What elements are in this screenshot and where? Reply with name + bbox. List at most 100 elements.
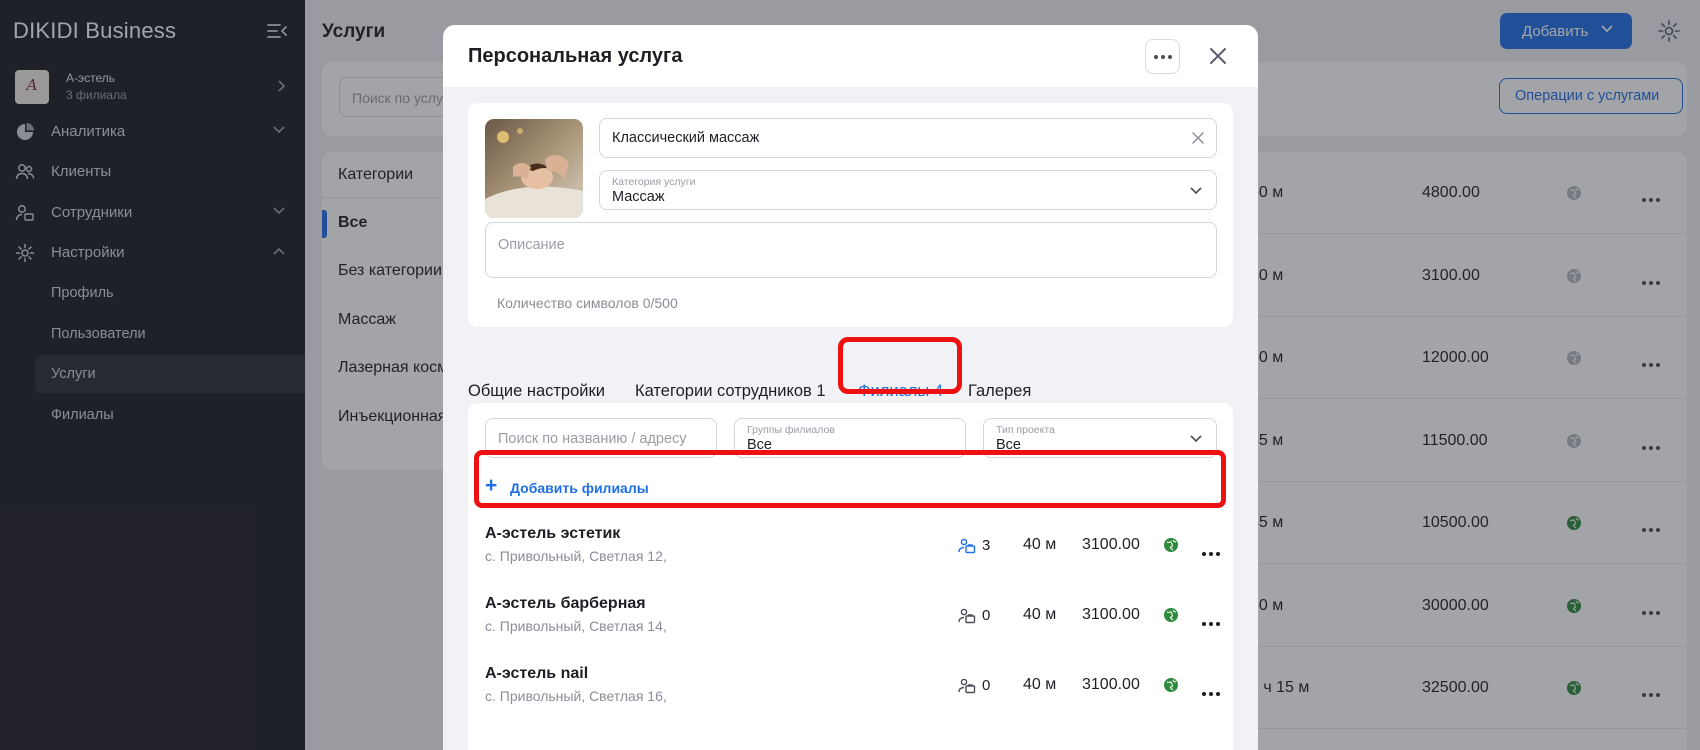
service-category-select[interactable]: Категория услуги Массаж bbox=[599, 170, 1217, 210]
close-icon[interactable] bbox=[1206, 44, 1230, 68]
employees-icon[interactable] bbox=[958, 678, 976, 699]
category-label: Без категории bbox=[338, 262, 442, 279]
more-actions-button[interactable] bbox=[1145, 39, 1180, 74]
operations-label: Операции с услугами bbox=[1515, 88, 1660, 104]
sidebar: DIKIDI Business A А-эстель 3 филиала Ана… bbox=[0, 0, 305, 750]
chevron-down-icon bbox=[1190, 187, 1202, 195]
branch-address: с. Привольный, Светлая 16, bbox=[485, 688, 667, 704]
branch-address: с. Привольный, Светлая 14, bbox=[485, 618, 667, 634]
add-button[interactable]: Добавить bbox=[1500, 13, 1632, 49]
pie-chart-icon bbox=[17, 123, 34, 140]
gear-icon bbox=[15, 243, 35, 263]
chevron-down-icon bbox=[1601, 25, 1613, 33]
category-field-label: Категория услуги bbox=[612, 176, 696, 188]
users-icon bbox=[15, 164, 35, 180]
row-more-icon[interactable] bbox=[1642, 189, 1660, 207]
row-more-icon[interactable] bbox=[1642, 684, 1660, 702]
service-name-input[interactable]: Классический массаж bbox=[599, 118, 1217, 158]
globe-online-icon bbox=[1566, 598, 1582, 619]
globe-online-icon[interactable] bbox=[1163, 537, 1179, 558]
row-price: 12000.00 bbox=[1422, 349, 1489, 366]
branches-card: Поиск по названию / адресу Группы филиал… bbox=[468, 403, 1233, 750]
sidebar-subitem-label: Профиль bbox=[51, 285, 114, 301]
sidebar-item-clients[interactable]: Клиенты bbox=[15, 152, 290, 190]
table-row[interactable]: 1 ч 15 м 32500.00 bbox=[1205, 647, 1687, 729]
highlight-frame-add-branches bbox=[474, 450, 1226, 508]
sidebar-subitem-profile[interactable]: Профиль bbox=[35, 274, 305, 312]
company-subtitle: 3 филиала bbox=[66, 88, 127, 102]
table-row[interactable]: 50 м 30000.00 bbox=[1205, 565, 1687, 647]
sidebar-item-label: Клиенты bbox=[51, 163, 112, 180]
table-row[interactable]: 50 м 4800.00 bbox=[1205, 152, 1687, 234]
branch-name: А-эстель барберная bbox=[485, 595, 646, 612]
row-more-icon[interactable] bbox=[1642, 354, 1660, 372]
sidebar-subitem-label: Услуги bbox=[51, 366, 96, 382]
more-dots-icon bbox=[1154, 55, 1172, 59]
branch-row[interactable]: А-эстель nail с. Привольный, Светлая 16, 0… bbox=[485, 661, 1225, 719]
globe-online-icon[interactable] bbox=[1163, 607, 1179, 628]
chevron-up-icon bbox=[273, 247, 285, 255]
massage-photo-image bbox=[485, 119, 583, 218]
branch-duration: 40 м bbox=[1023, 536, 1057, 553]
row-more-icon[interactable] bbox=[1642, 437, 1660, 455]
page-title: Услуги bbox=[322, 21, 386, 42]
row-duration: 1 ч 15 м bbox=[1250, 679, 1310, 696]
branch-more-icon[interactable] bbox=[1202, 613, 1220, 631]
service-operations-button[interactable]: Операции с услугами bbox=[1499, 78, 1683, 114]
globe-online-icon bbox=[1566, 515, 1582, 536]
branch-address: с. Привольный, Светлая 12, bbox=[485, 548, 667, 564]
settings-gear-icon[interactable] bbox=[1657, 19, 1681, 43]
branch-price: 3100.00 bbox=[1082, 536, 1140, 553]
branch-more-icon[interactable] bbox=[1202, 543, 1220, 561]
active-indicator bbox=[322, 210, 327, 238]
modal-title: Персональная услуга bbox=[468, 45, 683, 67]
branch-row[interactable]: А-эстель барберная с. Привольный, Светлая… bbox=[485, 591, 1225, 649]
sidebar-subitem-services[interactable]: Услуги bbox=[35, 355, 305, 393]
tab-employee-categories[interactable]: Категории сотрудников 1 bbox=[635, 382, 826, 401]
table-row[interactable]: 45 м 11500.00 bbox=[1205, 400, 1687, 482]
sidebar-item-analytics[interactable]: Аналитика bbox=[15, 112, 290, 150]
brand-title: DIKIDI Business bbox=[13, 18, 177, 43]
row-price: 11500.00 bbox=[1422, 431, 1488, 449]
branch-search-placeholder: Поиск по названию / адресу bbox=[498, 431, 687, 447]
chevron-right-icon bbox=[278, 80, 285, 92]
row-price: 4800.00 bbox=[1422, 184, 1480, 201]
table-row[interactable]: 50 м 12000.00 bbox=[1205, 317, 1687, 399]
clear-icon[interactable] bbox=[1192, 132, 1204, 144]
globe-icon bbox=[1566, 185, 1582, 206]
sidebar-item-label: Сотрудники bbox=[51, 204, 133, 221]
category-label: Категории bbox=[338, 166, 414, 183]
employees-icon[interactable] bbox=[958, 538, 976, 559]
row-price: 32500.00 bbox=[1422, 679, 1489, 696]
employees-icon[interactable] bbox=[958, 608, 976, 629]
tab-gallery[interactable]: Галерея bbox=[968, 382, 1031, 401]
company-switcher[interactable]: A А-эстель 3 филиала bbox=[15, 68, 295, 104]
company-logo: A bbox=[15, 70, 49, 104]
sidebar-item-staff[interactable]: Сотрудники bbox=[15, 193, 290, 231]
row-more-icon[interactable] bbox=[1642, 602, 1660, 620]
row-price: 3100.00 bbox=[1422, 266, 1480, 284]
groups-field-label: Группы филиалов bbox=[747, 424, 835, 436]
description-placeholder: Описание bbox=[498, 237, 565, 253]
staff-icon bbox=[15, 205, 34, 221]
chevron-down-icon bbox=[1190, 435, 1202, 443]
add-button-label: Добавить bbox=[1522, 23, 1589, 40]
collapse-menu-icon[interactable] bbox=[266, 21, 288, 41]
branch-name: А-эстель nail bbox=[485, 665, 589, 682]
row-more-icon[interactable] bbox=[1642, 272, 1660, 290]
branch-row[interactable]: А-эстель эстетик с. Привольный, Светлая 1… bbox=[485, 521, 1225, 579]
sidebar-subitem-users[interactable]: Пользователи bbox=[35, 315, 305, 353]
service-photo[interactable] bbox=[485, 119, 583, 218]
description-textarea[interactable]: Описание bbox=[485, 222, 1217, 278]
row-more-icon[interactable] bbox=[1642, 519, 1660, 537]
branch-price: 3100.00 bbox=[1082, 606, 1140, 623]
globe-online-icon[interactable] bbox=[1163, 677, 1179, 698]
tab-general-settings[interactable]: Общие настройки bbox=[468, 382, 605, 401]
sidebar-item-settings[interactable]: Настройки bbox=[15, 233, 290, 271]
branch-more-icon[interactable] bbox=[1202, 683, 1220, 701]
table-row[interactable]: 45 м 10500.00 bbox=[1205, 482, 1687, 564]
table-row[interactable]: 40 м 3100.00 bbox=[1205, 235, 1687, 317]
sidebar-item-label: Аналитика bbox=[51, 123, 126, 140]
globe-icon bbox=[1566, 350, 1582, 371]
sidebar-subitem-branches[interactable]: Филиалы bbox=[35, 396, 305, 434]
